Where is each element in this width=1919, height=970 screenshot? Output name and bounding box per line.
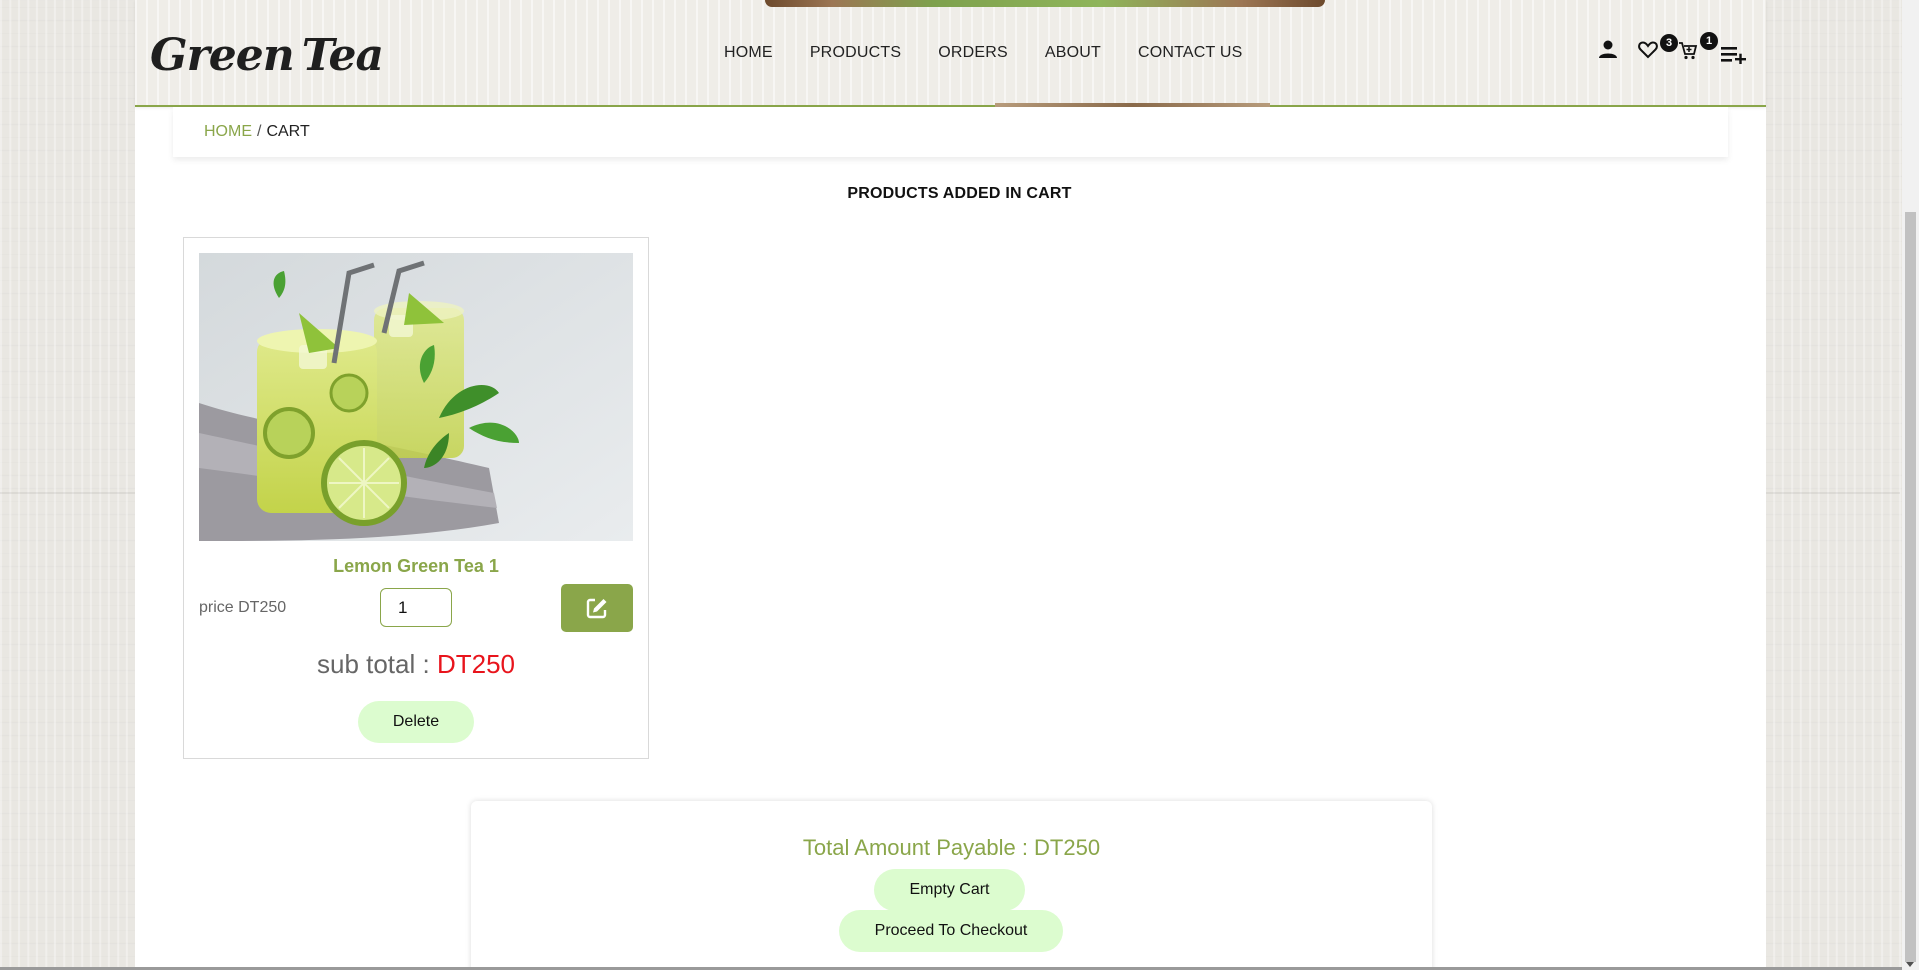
nav-about[interactable]: ABOUT <box>1045 44 1101 62</box>
subtotal-value: DT250 <box>436 649 515 679</box>
empty-cart-button[interactable]: Empty Cart <box>874 869 1025 911</box>
vertical-scrollbar[interactable] <box>1902 0 1919 970</box>
banner-image-edge <box>765 0 1325 7</box>
lemon-green-tea-image <box>199 253 633 541</box>
nav-products[interactable]: PRODUCTS <box>810 44 901 62</box>
page-title: PRODUCTS ADDED IN CART <box>847 185 1072 202</box>
scroll-down-arrow-icon[interactable] <box>1906 962 1914 967</box>
wood-seam <box>0 492 135 494</box>
user-icon[interactable] <box>1598 39 1618 59</box>
cart-totals-panel: Total Amount Payable : DT250 Empty Cart … <box>471 801 1432 970</box>
wood-seam <box>1766 492 1900 494</box>
product-price: price DT250 <box>199 599 287 616</box>
product-image <box>199 253 633 541</box>
breadcrumb-home-link[interactable]: HOME <box>204 123 252 141</box>
breadcrumb-current: CART <box>266 123 310 140</box>
nav-home[interactable]: HOME <box>724 44 773 62</box>
delete-item-button[interactable]: Delete <box>358 701 474 743</box>
cart-icon[interactable] <box>1678 42 1698 60</box>
nav-orders[interactable]: ORDERS <box>938 44 1008 62</box>
main-nav: HOME PRODUCTS ORDERS ABOUT CONTACT US <box>724 44 1280 62</box>
header-icons: 3 1 <box>1598 32 1748 66</box>
scrollbar-thumb[interactable] <box>1905 212 1916 962</box>
cart-item-card: Lemon Green Tea 1 price DT250 sub total … <box>183 237 649 759</box>
subtotal-label: sub total : <box>316 649 430 679</box>
update-quantity-button[interactable] <box>561 584 633 632</box>
edit-icon <box>586 598 607 619</box>
item-subtotal: sub total : DT250 <box>184 649 648 680</box>
menu-add-icon[interactable] <box>1721 46 1747 64</box>
nav-contact-us[interactable]: CONTACT US <box>1138 44 1243 62</box>
logo-text-tea: Tea <box>301 29 384 81</box>
site-logo[interactable]: Green Tea <box>150 22 384 88</box>
proceed-to-checkout-button[interactable]: Proceed To Checkout <box>839 910 1063 952</box>
total-amount-payable: Total Amount Payable : DT250 <box>802 835 1101 860</box>
breadcrumb-separator: / <box>257 123 262 140</box>
wishlist-count-badge: 3 <box>1660 34 1678 52</box>
cart-count-badge: 1 <box>1700 32 1718 50</box>
product-name[interactable]: Lemon Green Tea 1 <box>184 556 648 577</box>
logo-text-green: Green <box>150 29 295 81</box>
heart-icon[interactable] <box>1638 41 1658 59</box>
breadcrumb: HOME / CART <box>173 107 1728 157</box>
quantity-input[interactable] <box>380 588 452 627</box>
